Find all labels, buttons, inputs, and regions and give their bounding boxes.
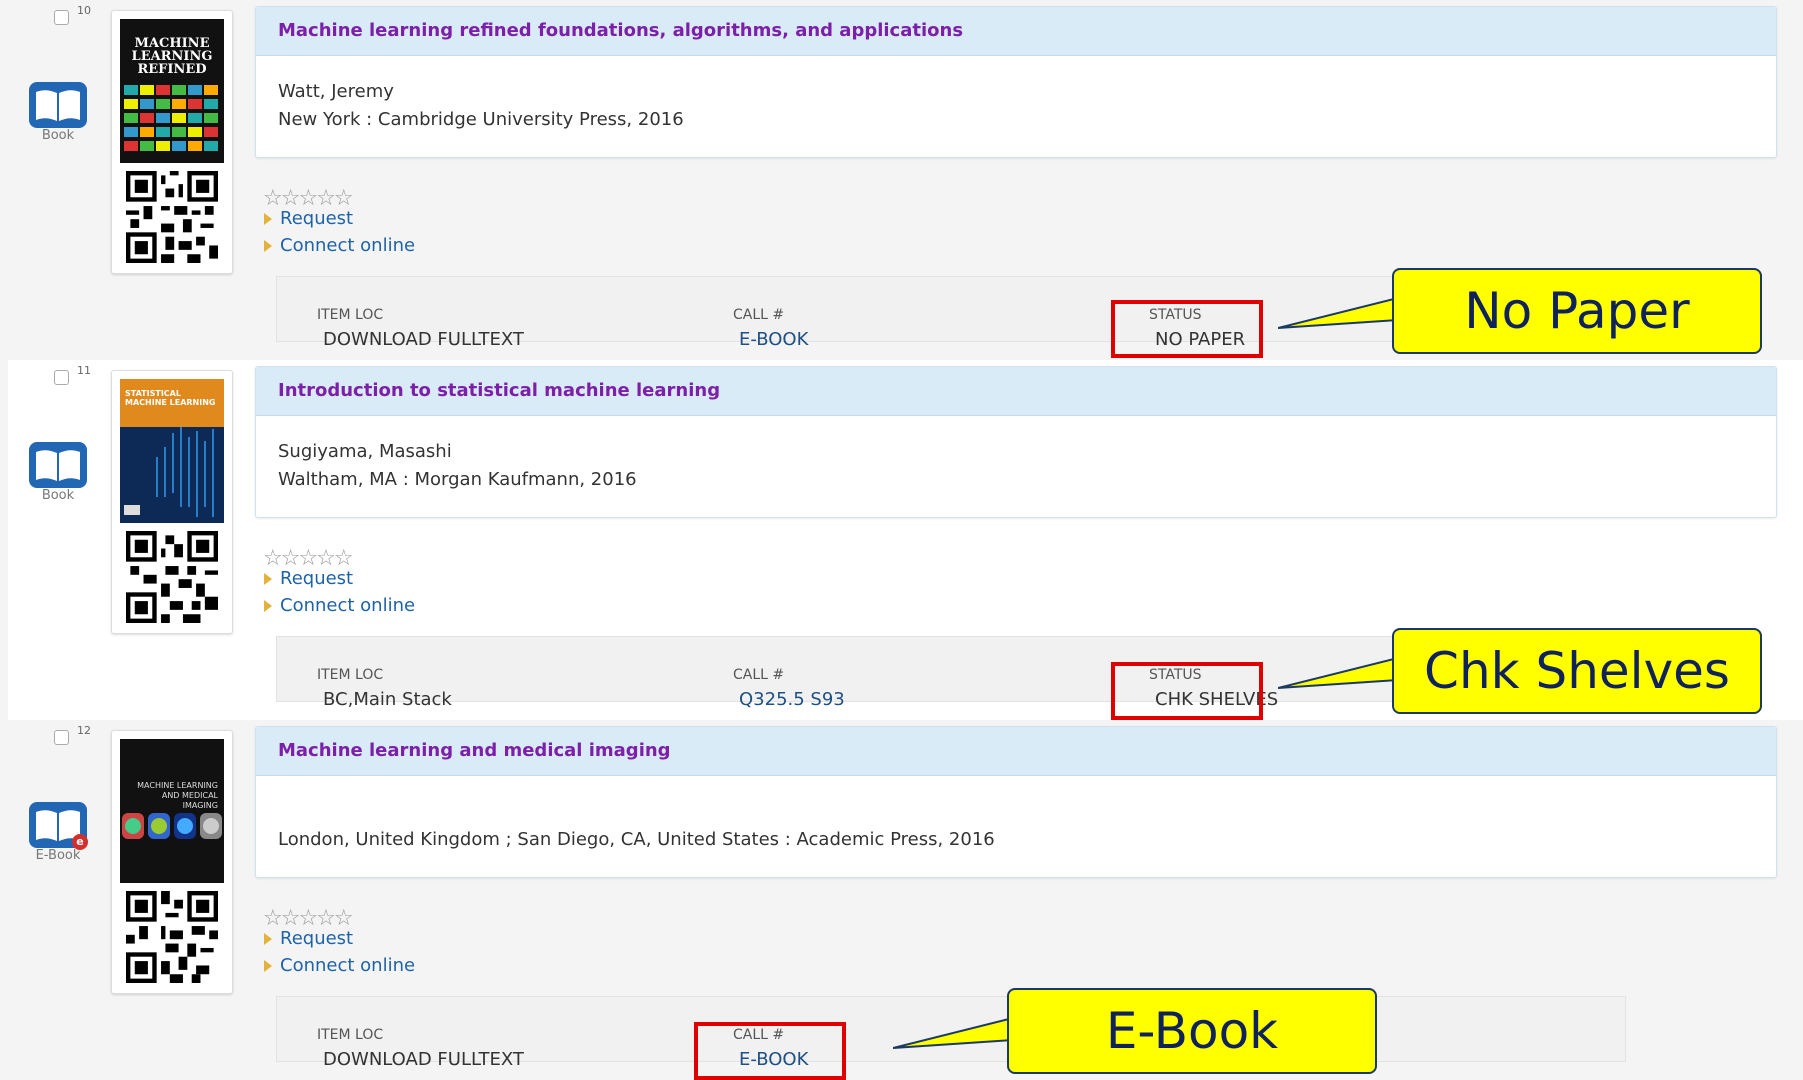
item-loc-header: ITEM LOC [317, 1027, 384, 1043]
connect-online-link[interactable]: Connect online [264, 595, 415, 616]
triangle-bullet-icon [264, 240, 272, 252]
result-record: 10 Book MACHINE LEARNING REFINED Machine… [8, 0, 1803, 360]
connect-online-link[interactable]: Connect online [264, 955, 415, 976]
record-title-link[interactable]: Machine learning and medical imaging [278, 740, 671, 761]
record-publisher: Waltham, MA : Morgan Kaufmann, 2016 [278, 469, 637, 490]
record-number: 10 [77, 4, 91, 17]
item-loc-header: ITEM LOC [317, 307, 384, 323]
item-loc-header: ITEM LOC [317, 667, 384, 683]
book-cover: STATISTICAL MACHINE LEARNING [120, 379, 224, 523]
annotation-callout: No Paper [1392, 268, 1762, 354]
record-author: Watt, Jeremy [278, 81, 394, 102]
cover-title: MACHINE LEARNING AND MEDICAL IMAGING [137, 781, 218, 810]
material-type: Book [28, 440, 88, 510]
record-publisher: New York : Cambridge University Press, 2… [278, 109, 684, 130]
status-highlight-box [1111, 300, 1263, 358]
material-type-label: Book [41, 128, 75, 143]
request-link[interactable]: Request [264, 928, 353, 949]
request-label: Request [280, 208, 354, 229]
connect-online-label: Connect online [280, 595, 416, 616]
result-record: 12 e E-Book MACHINE LEARNING AND MEDICAL… [8, 720, 1803, 1080]
record-title-link[interactable]: Machine learning refined foundations, al… [278, 20, 963, 41]
callout-pointer [1278, 296, 1398, 329]
result-record: 11 Book STATISTICAL MACHINE LEARNING Int… [8, 360, 1803, 720]
cover-card: MACHINE LEARNING REFINED [111, 10, 233, 274]
material-type: e E-Book [28, 800, 88, 870]
request-label: Request [280, 568, 354, 589]
book-cover: MACHINE LEARNING AND MEDICAL IMAGING [120, 739, 224, 883]
material-type-label: E-Book [35, 848, 81, 863]
select-checkbox[interactable] [54, 370, 69, 385]
open-book-icon [29, 82, 87, 128]
record-author: Sugiyama, Masashi [278, 441, 452, 462]
annotation-callout: E-Book [1007, 988, 1377, 1074]
search-results: 10 Book MACHINE LEARNING REFINED Machine… [0, 0, 1803, 1080]
call-number-header: CALL # [733, 667, 785, 683]
record-author [278, 798, 1754, 826]
call-number-header: CALL # [733, 307, 785, 323]
request-link[interactable]: Request [264, 208, 353, 229]
call-highlight-box [694, 1022, 846, 1080]
triangle-bullet-icon [264, 960, 272, 972]
call-number-value[interactable]: Q325.5 S93 [739, 689, 845, 710]
connect-online-link[interactable]: Connect online [264, 235, 415, 256]
triangle-bullet-icon [264, 933, 272, 945]
book-cover: MACHINE LEARNING REFINED [120, 19, 224, 163]
select-checkbox[interactable] [54, 10, 69, 25]
cover-art [124, 85, 218, 151]
connect-online-label: Connect online [280, 235, 416, 256]
record-publisher: London, United Kingdom ; San Diego, CA, … [278, 829, 995, 850]
annotation-callout: Chk Shelves [1392, 628, 1762, 714]
cover-art [120, 427, 224, 523]
qr-code [126, 171, 218, 263]
cover-art [122, 813, 222, 839]
record-panel: Introduction to statistical machine lear… [255, 366, 1777, 518]
triangle-bullet-icon [264, 573, 272, 585]
request-link[interactable]: Request [264, 568, 353, 589]
qr-code [126, 891, 218, 983]
record-number: 12 [77, 724, 91, 737]
material-type: Book [28, 80, 88, 150]
record-title-link[interactable]: Introduction to statistical machine lear… [278, 380, 720, 401]
call-number-value[interactable]: E-BOOK [739, 329, 808, 350]
cover-title: STATISTICAL MACHINE LEARNING [125, 389, 216, 407]
record-panel: Machine learning refined foundations, al… [255, 6, 1777, 158]
item-loc-value: BC,Main Stack [323, 689, 452, 710]
open-book-icon [29, 442, 87, 488]
callout-pointer [893, 1016, 1013, 1049]
record-number: 11 [77, 364, 91, 377]
status-highlight-box [1111, 662, 1263, 720]
cover-card: STATISTICAL MACHINE LEARNING [111, 370, 233, 634]
select-checkbox[interactable] [54, 730, 69, 745]
triangle-bullet-icon [264, 600, 272, 612]
item-loc-value: DOWNLOAD FULLTEXT [323, 329, 524, 350]
ebook-badge-icon: e [72, 834, 88, 850]
connect-online-label: Connect online [280, 955, 416, 976]
callout-pointer [1278, 656, 1398, 689]
item-loc-value: DOWNLOAD FULLTEXT [323, 1049, 524, 1070]
cover-title: MACHINE LEARNING REFINED [131, 36, 213, 77]
qr-code [126, 531, 218, 623]
request-label: Request [280, 928, 354, 949]
record-panel: Machine learning and medical imaging Lon… [255, 726, 1777, 878]
triangle-bullet-icon [264, 213, 272, 225]
cover-card: MACHINE LEARNING AND MEDICAL IMAGING [111, 730, 233, 994]
material-type-label: Book [41, 488, 75, 503]
